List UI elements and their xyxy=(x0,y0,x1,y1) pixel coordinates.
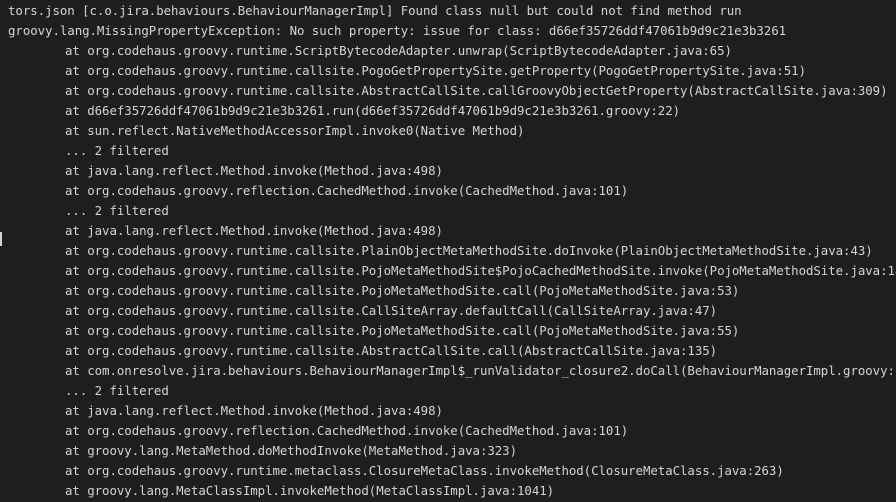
stack-frame-line: at org.codehaus.groovy.reflection.Cached… xyxy=(65,423,629,438)
stack-frame-line: at org.codehaus.groovy.reflection.Cached… xyxy=(65,183,629,198)
stack-frame-line: at org.codehaus.groovy.runtime.ScriptByt… xyxy=(65,43,732,58)
stack-frame-line: at java.lang.reflect.Method.invoke(Metho… xyxy=(65,163,443,178)
stack-frame-line: at com.onresolve.jira.behaviours.Behavio… xyxy=(65,363,896,378)
stack-frame-line: ... 2 filtered xyxy=(65,203,169,218)
stack-frame-line: at org.codehaus.groovy.runtime.metaclass… xyxy=(65,463,784,478)
stack-frame-line: ... 2 filtered xyxy=(65,143,169,158)
stack-frame-line: at sun.reflect.NativeMethodAccessorImpl.… xyxy=(65,123,525,138)
stack-frame-line: at org.codehaus.groovy.runtime.callsite.… xyxy=(65,263,896,278)
log-message-line: groovy.lang.MissingPropertyException: No… xyxy=(8,23,787,38)
stack-frame-line: at java.lang.reflect.Method.invoke(Metho… xyxy=(65,223,443,238)
stack-frame-line: at org.codehaus.groovy.runtime.callsite.… xyxy=(65,303,718,318)
stack-frame-line: at d66ef35726ddf47061b9d9c21e3b3261.run(… xyxy=(65,103,681,118)
stack-frame-line: at org.codehaus.groovy.runtime.callsite.… xyxy=(65,283,740,298)
stack-frame-line: at org.codehaus.groovy.runtime.callsite.… xyxy=(65,63,806,78)
stack-frame-line: ... 2 filtered xyxy=(65,383,169,398)
text-cursor xyxy=(0,232,2,246)
stack-frame-line: at org.codehaus.groovy.runtime.callsite.… xyxy=(65,83,888,98)
stack-trace-log: tors.json [c.o.jira.behaviours.Behaviour… xyxy=(8,1,896,501)
stack-frame-line: at org.codehaus.groovy.runtime.callsite.… xyxy=(65,243,873,258)
stack-frame-line: at groovy.lang.MetaClassImpl.invokeMetho… xyxy=(65,483,555,498)
stack-frame-line: at java.lang.reflect.Method.invoke(Metho… xyxy=(65,403,443,418)
stack-frame-line: at org.codehaus.groovy.runtime.callsite.… xyxy=(65,323,740,338)
console-output[interactable]: tors.json [c.o.jira.behaviours.Behaviour… xyxy=(0,0,896,502)
log-message-line: tors.json [c.o.jira.behaviours.Behaviour… xyxy=(8,3,742,18)
stack-frame-line: at org.codehaus.groovy.runtime.callsite.… xyxy=(65,343,718,358)
stack-frame-line: at groovy.lang.MetaMethod.doMethodInvoke… xyxy=(65,443,517,458)
